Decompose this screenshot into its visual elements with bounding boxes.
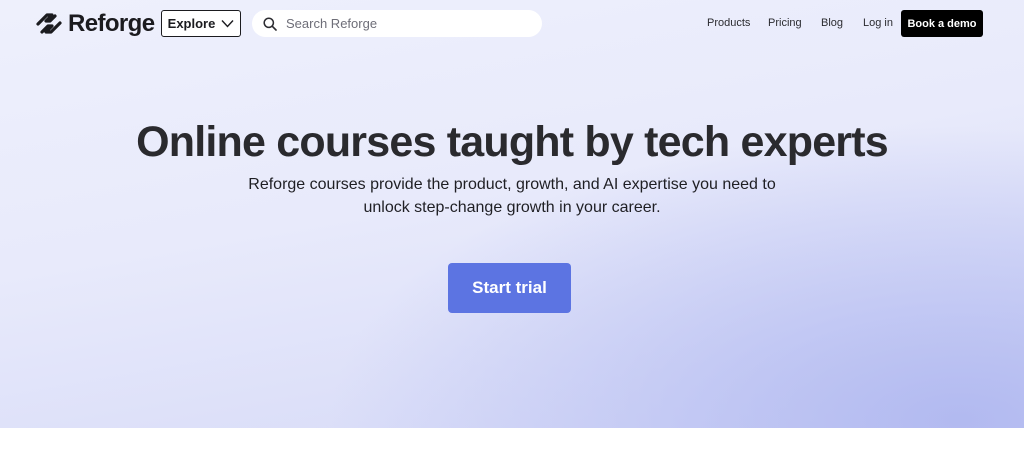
explore-button[interactable]: Explore [161,10,241,37]
hero-subtitle-line-2: unlock step-change growth in your career… [363,199,661,216]
logo-text: Reforge [68,10,155,37]
chevron-down-icon [221,20,234,28]
hero-section: Reforge Explore Products Pricing Blog Lo… [0,0,1024,428]
nav-blog-link[interactable]: Blog [821,17,843,30]
hero-subtitle: Reforge courses provide the product, gro… [212,173,812,219]
reforge-logo-icon [36,13,62,34]
hero-headline: Online courses taught by tech experts [136,118,889,166]
search-icon [263,16,277,31]
logo[interactable]: Reforge [36,10,155,37]
nav-pricing-link[interactable]: Pricing [768,17,802,30]
nav-login-link[interactable]: Log in [863,17,893,30]
hero-subtitle-line-1: Reforge courses provide the product, gro… [248,176,776,193]
search-bar[interactable] [252,10,542,37]
start-trial-button[interactable]: Start trial [448,263,571,313]
book-demo-button[interactable]: Book a demo [901,10,983,37]
nav-products-link[interactable]: Products [707,17,750,30]
search-input[interactable] [286,16,526,31]
explore-label: Explore [167,16,216,31]
